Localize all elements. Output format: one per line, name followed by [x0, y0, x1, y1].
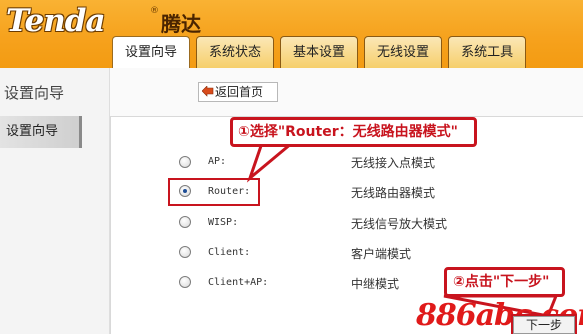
tab-wireless-settings[interactable]: 无线设置 — [364, 36, 443, 68]
option-label-ap: AP: — [208, 156, 227, 167]
brand-name-cn: 腾达 — [161, 12, 201, 36]
sidebar-title: 设置向导 — [4, 84, 65, 102]
option-desc-router: 无线路由器模式 — [351, 186, 436, 200]
callout-step-1: ①选择"Router：无线路由器模式" — [230, 117, 477, 147]
back-arrow-icon — [202, 86, 214, 97]
callout-step-2: ②点击"下一步" — [444, 267, 565, 297]
tab-system-status[interactable]: 系统状态 — [196, 36, 275, 68]
radio-ap[interactable] — [179, 156, 191, 168]
radio-client-ap[interactable] — [179, 276, 191, 288]
sidebar-item-setup-wizard[interactable]: 设置向导 — [0, 116, 82, 148]
back-home-label: 返回首页 — [215, 85, 264, 99]
tab-system-tools[interactable]: 系统工具 — [448, 36, 527, 68]
next-highlight-box — [511, 314, 577, 334]
option-label-wisp: WISP: — [208, 217, 239, 228]
option-desc-client: 客户端模式 — [351, 247, 412, 261]
option-label-client-ap: Client+AP: — [208, 277, 269, 288]
main-tabs: 设置向导 系统状态 基本设置 无线设置 系统工具 — [112, 36, 527, 68]
radio-client[interactable] — [179, 246, 191, 258]
tab-basic-settings[interactable]: 基本设置 — [280, 36, 359, 68]
option-label-client: Client: — [208, 247, 251, 258]
registered-mark: ® — [150, 6, 159, 16]
header-bar: Tenda ® 腾达 设置向导 系统状态 基本设置 无线设置 系统工具 — [0, 0, 583, 68]
back-home-button[interactable]: 返回首页 — [198, 82, 278, 102]
tenda-logo: Tenda — [6, 3, 106, 39]
sidebar: 设置向导 设置向导 — [0, 68, 110, 334]
tab-setup-wizard[interactable]: 设置向导 — [112, 36, 191, 68]
option-desc-wisp: 无线信号放大模式 — [351, 217, 448, 231]
radio-wisp[interactable] — [179, 216, 191, 228]
router-highlight-box — [168, 178, 260, 206]
option-desc-ap: 无线接入点模式 — [351, 156, 436, 170]
option-desc-client-ap: 中继模式 — [351, 277, 400, 291]
